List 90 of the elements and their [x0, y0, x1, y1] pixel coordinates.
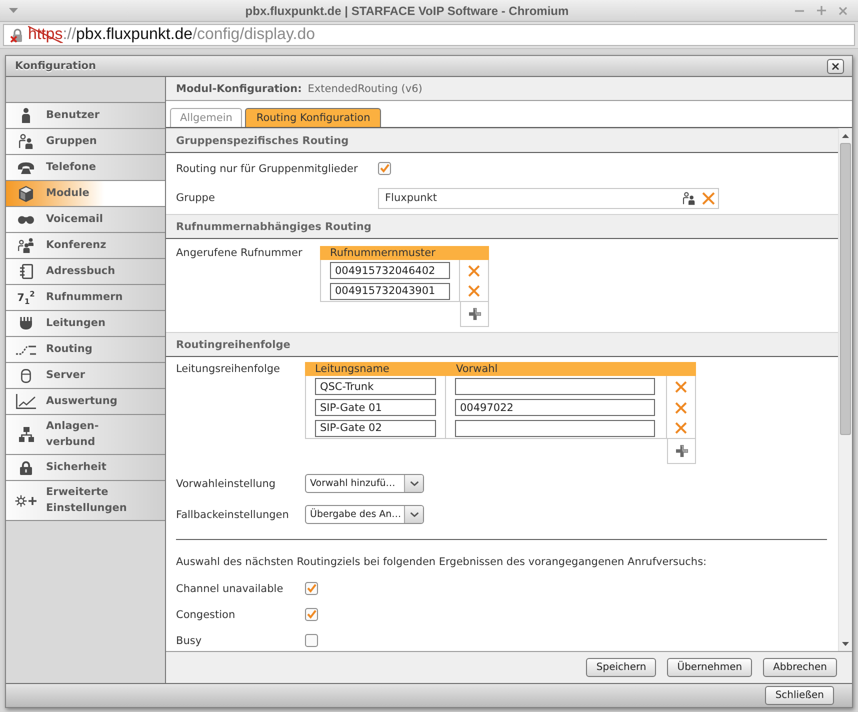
checkbox[interactable] [305, 582, 318, 595]
lock-icon [20, 460, 32, 474]
group-icon [19, 134, 33, 149]
input-field[interactable] [455, 420, 655, 436]
hierarchy-icon [18, 427, 34, 442]
sidebar-item[interactable]: Telefone [6, 155, 165, 181]
delete-icon[interactable] [702, 192, 715, 204]
dropdown[interactable]: Übergabe des An… [305, 505, 424, 524]
phone-icon [18, 162, 34, 174]
field-label: Leitungsreihenfolge [176, 362, 280, 376]
scrollbar[interactable] [838, 128, 852, 651]
plug-icon [20, 317, 32, 330]
sidebar-item[interactable]: Auswertung [6, 389, 165, 415]
checkbox[interactable] [378, 162, 391, 175]
module-name: ExtendedRouting (v6) [308, 82, 422, 94]
sidebar-item[interactable]: Leitungen [6, 311, 165, 337]
tab[interactable]: Allgemein [170, 108, 242, 127]
field-label: Busy [176, 634, 202, 646]
sidebar-item[interactable]: Module [6, 181, 165, 207]
cancel-button[interactable]: Abbrechen [763, 658, 837, 677]
close-dialog-button[interactable]: Schließen [765, 686, 834, 705]
input-field[interactable]: SIP-Gate 01 [315, 399, 436, 416]
close-icon [832, 62, 839, 70]
tab[interactable]: Routing Konfiguration [245, 108, 382, 127]
window-title: pbx.fluxpunkt.de | STARFACE VoIP Software - Chromium [245, 4, 569, 18]
delete-icon[interactable] [468, 285, 480, 297]
add-icon[interactable] [676, 445, 688, 457]
mouse-icon [21, 368, 31, 382]
note-text: Auswahl des nächsten Routingziels bei folgenden Ergebnissen des vorangegangenen Anrufversuchs: [176, 556, 707, 568]
gear-plus-icon [15, 494, 37, 506]
cube-icon [19, 186, 33, 202]
delete-icon[interactable] [675, 422, 687, 434]
checkbox[interactable] [305, 608, 318, 621]
apply-button[interactable]: Übernehmen [667, 658, 752, 677]
save-button[interactable]: Speichern [586, 658, 656, 677]
caret-icon [410, 481, 418, 486]
sidebar-item[interactable]: Sicherheit [6, 455, 165, 481]
address-book-icon [20, 264, 32, 279]
column-header: Vorwahl [455, 362, 498, 376]
person-icon [22, 108, 30, 123]
input-field[interactable]: QSC-Trunk [315, 378, 436, 395]
module-label: Modul-Konfiguration: [176, 82, 302, 94]
delete-icon[interactable] [675, 380, 687, 392]
voicemail-icon [18, 216, 34, 224]
scrollbar-thumb[interactable] [840, 143, 851, 435]
group-icon[interactable] [683, 192, 695, 204]
route-icon [16, 344, 36, 354]
sidebar-item[interactable]: Gruppen [6, 129, 165, 155]
sidebar-item[interactable]: Erweiterte Einstellungen [6, 481, 165, 521]
sidebar-item[interactable]: Voicemail [6, 207, 165, 233]
line-chart-icon [16, 394, 36, 409]
field-label: Channel unavailable [176, 582, 284, 594]
input-field[interactable]: 004915732046402 [330, 262, 450, 279]
sidebar-item[interactable]: Server [6, 363, 165, 389]
sidebar-item[interactable]: Benutzer [6, 103, 165, 129]
section-header: Rufnummernabhängiges Routing [166, 214, 838, 239]
minimize-icon[interactable] [795, 10, 804, 12]
close-button[interactable] [827, 58, 844, 74]
column-header: Rufnummernmuster [329, 246, 436, 260]
field-label: Fallbackeinstellungen [176, 508, 289, 520]
scroll-down-icon[interactable] [842, 642, 849, 646]
sidebar-item[interactable]: Routing [6, 337, 165, 363]
input-field[interactable]: 00497022 [455, 399, 655, 416]
sidebar-item[interactable]: Anlagen-verbund [6, 415, 165, 455]
delete-icon[interactable] [468, 264, 480, 276]
conference-icon [18, 238, 34, 253]
delete-icon[interactable] [675, 402, 687, 414]
sidebar-item[interactable]: Adressbuch [6, 259, 165, 285]
input-field[interactable]: 004915732043901 [330, 282, 450, 300]
sidebar-item[interactable]: Konferenz [6, 233, 165, 259]
checkbox[interactable] [305, 634, 318, 647]
group-field[interactable]: Fluxpunkt [378, 188, 719, 208]
field-label: Vorwahleinstellung [176, 478, 276, 490]
scroll-up-icon[interactable] [842, 134, 849, 138]
field-label: Routing nur für Gruppenmitglieder [176, 162, 358, 174]
dropdown[interactable]: Vorwahl hinzufü… [305, 474, 424, 493]
menu-caret-icon[interactable] [9, 8, 18, 13]
section-header: Gruppenspezifisches Routing [166, 128, 838, 153]
close-icon[interactable] [839, 6, 847, 14]
maximize-icon[interactable] [817, 6, 826, 15]
column-header: Leitungsname [314, 362, 390, 376]
input-field[interactable] [455, 378, 655, 395]
caret-icon [410, 512, 419, 517]
field-label: Angerufene Rufnummer [176, 246, 302, 260]
dialog-title: Konfiguration [15, 60, 96, 72]
add-icon[interactable] [468, 308, 480, 320]
field-label: Congestion [176, 608, 236, 620]
section-header: Routingreihenfolge [166, 332, 838, 357]
field-label: Gruppe [176, 192, 215, 204]
input-field[interactable]: SIP-Gate 02 [315, 420, 436, 436]
